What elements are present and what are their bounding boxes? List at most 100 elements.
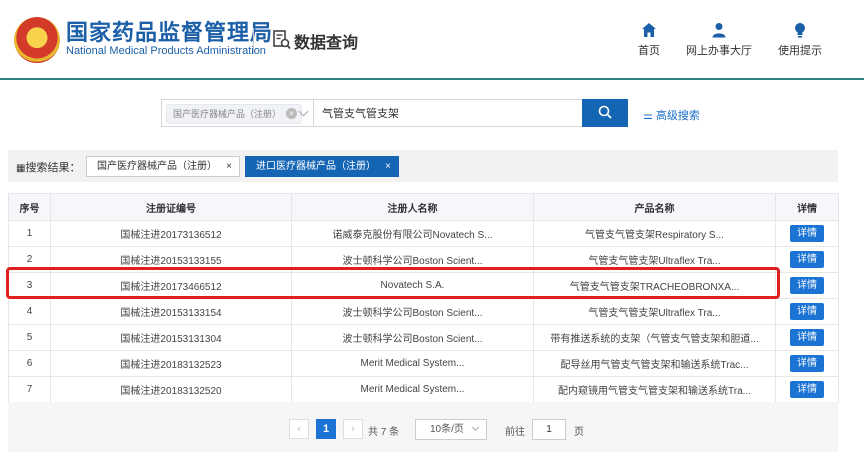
cell-product: 气管支气管支架Ultraflex Tra...: [533, 298, 776, 325]
next-page-button[interactable]: ›: [343, 419, 363, 439]
table-row: 4 国械注进20153133154 波士顿科学公司Boston Scient..…: [8, 298, 839, 325]
page-number-current[interactable]: 1: [316, 419, 336, 439]
tab-domestic-label: 国产医疗器械产品（注册）: [97, 161, 217, 172]
prev-page-button[interactable]: ‹: [289, 419, 309, 439]
col-header-reg-no: 注册证编号: [50, 193, 292, 221]
cell-reg-no: 国械注进20183132520: [50, 376, 292, 403]
cell-reg-no: 国械注进20153131304: [50, 324, 292, 351]
document-search-icon: [273, 30, 291, 50]
table-row: 3 国械注进20173466512 Novatech S.A. 气管支气管支架T…: [8, 272, 839, 299]
nav-help[interactable]: 使用提示: [760, 22, 840, 58]
cell-registrant: 波士顿科学公司Boston Scient...: [291, 324, 534, 351]
page-title: 数据查询: [294, 35, 359, 52]
table-row: 2 国械注进20153133155 波士顿科学公司Boston Scient..…: [8, 246, 839, 273]
search-button[interactable]: [582, 99, 628, 127]
header-divider: [253, 28, 254, 54]
cell-registrant: 诺威泰克股份有限公司Novatech S...: [291, 220, 534, 247]
nav-home-label: 首页: [638, 45, 660, 57]
cell-reg-no: 国械注进20153133155: [50, 246, 292, 273]
lightbulb-icon: [795, 23, 805, 38]
cell-registrant: 波士顿科学公司Boston Scient...: [291, 246, 534, 273]
user-icon: [712, 23, 726, 38]
page-size-value: 10条/页: [430, 424, 464, 435]
cell-product: 气管支气管支架Respiratory S...: [533, 220, 776, 247]
cell-index: 7: [8, 376, 51, 403]
cell-detail: 详情: [775, 298, 839, 325]
chevron-down-icon: [471, 423, 480, 432]
detail-button[interactable]: 详情: [790, 277, 824, 294]
results-label-text: 搜索结果：: [25, 162, 81, 174]
cell-product: 配导丝用气管支气管支架和输送系统Trac...: [533, 350, 776, 377]
cell-index: 6: [8, 350, 51, 377]
cell-product: 气管支气管支架Ultraflex Tra...: [533, 246, 776, 273]
tab-domestic-devices[interactable]: 国产医疗器械产品（注册） ×: [86, 156, 240, 177]
agency-name-en[interactable]: National Medical Products Administration: [66, 45, 266, 57]
category-tag: 国产医疗器械产品（注册） ×: [166, 104, 303, 124]
cell-registrant: 波士顿科学公司Boston Scient...: [291, 298, 534, 325]
cell-index: 2: [8, 246, 51, 273]
advanced-search-link[interactable]: ⚌ 高级搜索: [643, 107, 700, 123]
nav-online-hall-label: 网上办事大厅: [686, 45, 752, 57]
home-icon: [642, 23, 656, 37]
col-header-registrant: 注册人名称: [291, 193, 534, 221]
cell-product: 气管支气管支架TRACHEOBRONXA...: [533, 272, 776, 299]
detail-button[interactable]: 详情: [790, 381, 824, 398]
table-row: 5 国械注进20153131304 波士顿科学公司Boston Scient..…: [8, 324, 839, 351]
nav-home[interactable]: 首页: [609, 22, 689, 58]
tab-imported-devices[interactable]: 进口医疗器械产品（注册） ×: [245, 156, 399, 177]
table-row: 1 国械注进20173136512 诺威泰克股份有限公司Novatech S..…: [8, 220, 839, 247]
cell-registrant: Merit Medical System...: [291, 376, 534, 403]
table-header-row: 序号 注册证编号 注册人名称 产品名称 详情: [8, 193, 839, 221]
close-icon[interactable]: ×: [385, 157, 391, 176]
table-row: 7 国械注进20183132520 Merit Medical System..…: [8, 376, 839, 403]
cell-reg-no: 国械注进20173136512: [50, 220, 292, 247]
pagination: ‹ 1 › 共 7 条 10条/页 前往 1 页: [8, 402, 838, 452]
search-input[interactable]: [313, 99, 583, 127]
detail-button[interactable]: 详情: [790, 303, 824, 320]
page-size-select[interactable]: 10条/页: [415, 419, 487, 440]
cell-index: 4: [8, 298, 51, 325]
filter-icon: ⚌: [643, 110, 656, 122]
col-header-product: 产品名称: [533, 193, 776, 221]
cell-product: 带有推送系统的支架（气管支气管支架和胆道...: [533, 324, 776, 351]
goto-label: 前往: [505, 427, 525, 438]
cell-reg-no: 国械注进20153133154: [50, 298, 292, 325]
results-table: 序号 注册证编号 注册人名称 产品名称 详情 1 国械注进20173136512…: [8, 193, 839, 403]
agency-name-cn[interactable]: 国家药品监督管理局: [66, 15, 273, 47]
goto-page-input[interactable]: 1: [532, 419, 566, 440]
cell-index: 1: [8, 220, 51, 247]
cell-detail: 详情: [775, 376, 839, 403]
advanced-search-label: 高级搜索: [655, 110, 700, 122]
table-row: 6 国械注进20183132523 Merit Medical System..…: [8, 350, 839, 377]
cell-product: 配内窥镜用气管支气管支架和输送系统Tra...: [533, 376, 776, 403]
page-unit-label: 页: [574, 427, 584, 438]
site-header: ★ 国家药品监督管理局 National Medical Products Ad…: [0, 0, 864, 80]
detail-button[interactable]: 详情: [790, 225, 824, 242]
total-count: 共 7 条: [368, 427, 400, 438]
clear-tag-icon[interactable]: ×: [286, 108, 298, 119]
results-filter-bar: ▦搜索结果： 国产医疗器械产品（注册） × 进口医疗器械产品（注册） ×: [8, 150, 838, 182]
category-tag-label: 国产医疗器械产品（注册）: [173, 109, 282, 119]
cell-registrant: Novatech S.A.: [291, 272, 534, 299]
cell-index: 5: [8, 324, 51, 351]
col-header-detail: 详情: [775, 193, 839, 221]
cell-detail: 详情: [775, 246, 839, 273]
results-label: ▦搜索结果：: [16, 159, 80, 175]
cell-detail: 详情: [775, 220, 839, 247]
nav-online-hall[interactable]: 网上办事大厅: [679, 22, 759, 58]
tab-imported-label: 进口医疗器械产品（注册）: [256, 161, 376, 172]
category-select[interactable]: 国产医疗器械产品（注册） ×: [161, 99, 313, 127]
detail-button[interactable]: 详情: [790, 251, 824, 268]
cell-registrant: Merit Medical System...: [291, 350, 534, 377]
detail-button[interactable]: 详情: [790, 329, 824, 346]
cell-reg-no: 国械注进20183132523: [50, 350, 292, 377]
cell-reg-no: 国械注进20173466512: [50, 272, 292, 299]
search-icon: [598, 105, 612, 119]
cell-detail: 详情: [775, 350, 839, 377]
cell-index: 3: [8, 272, 51, 299]
close-icon[interactable]: ×: [226, 157, 232, 176]
col-header-index: 序号: [8, 193, 51, 221]
cell-detail: 详情: [775, 324, 839, 351]
cell-detail: 详情: [775, 272, 839, 299]
detail-button[interactable]: 详情: [790, 355, 824, 372]
